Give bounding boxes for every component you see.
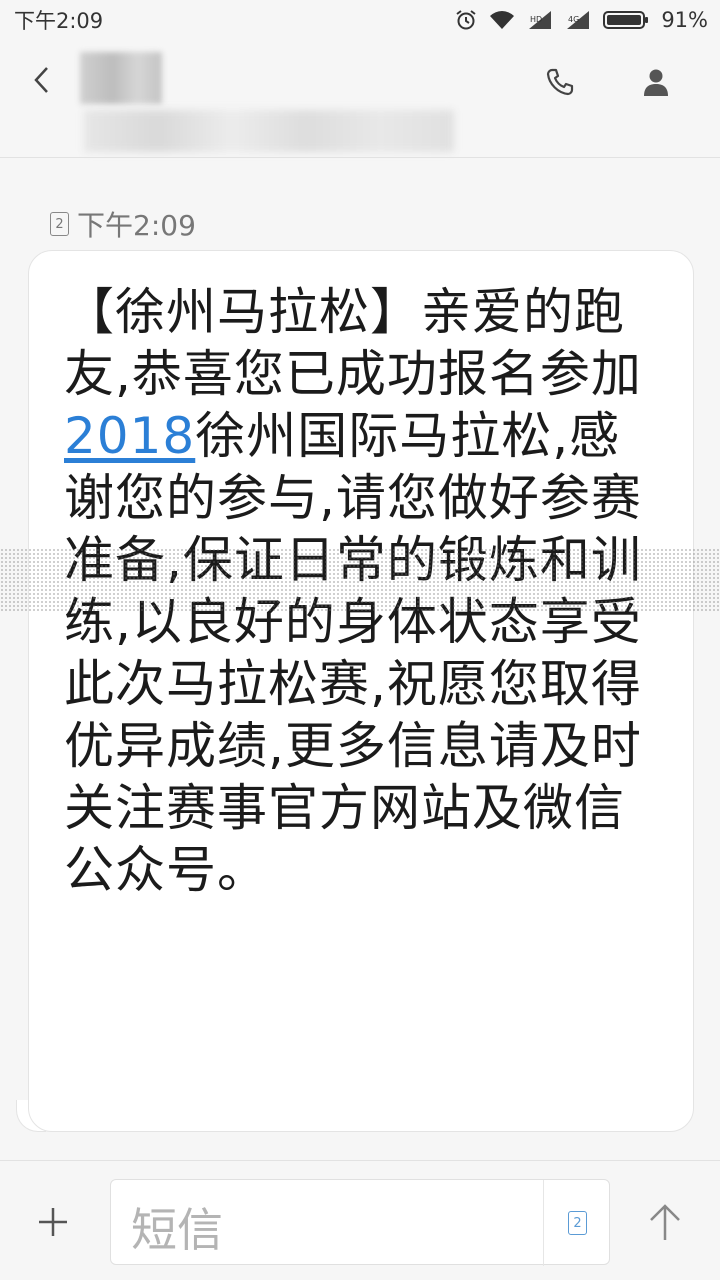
sim-slot-badge: 2 xyxy=(50,212,69,236)
contact-number-redacted xyxy=(84,110,454,152)
timestamp-text: 下午2:09 xyxy=(77,209,196,242)
svg-text:HD: HD xyxy=(530,15,542,24)
phone-icon xyxy=(546,68,574,96)
plus-icon xyxy=(39,1208,67,1236)
sms-conversation-screen: 下午2:09 HD 4G 91% 2 下午2:09 【徐州马拉松】亲爱的跑友,恭… xyxy=(0,0,720,1280)
conversation-header xyxy=(0,40,720,158)
message-timestamp: 2 下午2:09 xyxy=(50,204,196,244)
contact-name-redacted xyxy=(80,52,162,104)
sim-slot-badge: 2 xyxy=(568,1211,587,1235)
signal-icon: 4G xyxy=(565,10,591,30)
send-button[interactable] xyxy=(642,1197,688,1247)
battery-icon xyxy=(603,10,649,30)
status-icons: HD 4G 91% xyxy=(455,8,708,32)
wifi-icon xyxy=(489,10,515,30)
alarm-icon xyxy=(455,9,477,31)
attach-button[interactable] xyxy=(30,1199,76,1245)
person-icon xyxy=(644,69,668,96)
sim-select-button[interactable]: 2 xyxy=(543,1180,611,1266)
call-button[interactable] xyxy=(540,62,580,102)
battery-percent: 91% xyxy=(661,8,708,32)
back-button[interactable] xyxy=(24,60,58,100)
status-time: 下午2:09 xyxy=(14,9,104,33)
svg-text:4G: 4G xyxy=(568,15,579,24)
message-text-before-link: 【徐州马拉松】亲爱的跑友,恭喜您已成功报名参加 xyxy=(64,283,642,403)
header-divider xyxy=(0,157,720,158)
status-bar: 下午2:09 HD 4G 91% xyxy=(0,0,720,40)
message-input[interactable]: 短信 2 xyxy=(110,1179,611,1266)
signal-icon: HD xyxy=(527,10,553,30)
message-input-placeholder: 短信 xyxy=(131,1203,223,1257)
chevron-left-icon xyxy=(34,67,48,93)
composer-bar: 短信 2 xyxy=(0,1160,720,1280)
message-text-after-link: 徐州国际马拉松,感谢您的参与,请您做好参赛准备,保证日常的锻炼和训练,以良好的身… xyxy=(64,407,642,899)
contact-info-button[interactable] xyxy=(636,62,676,102)
arrow-up-icon xyxy=(650,1204,680,1240)
message-link[interactable]: 2018 xyxy=(64,407,195,465)
message-text: 【徐州马拉松】亲爱的跑友,恭喜您已成功报名参加2018徐州国际马拉松,感谢您的参… xyxy=(64,281,664,901)
